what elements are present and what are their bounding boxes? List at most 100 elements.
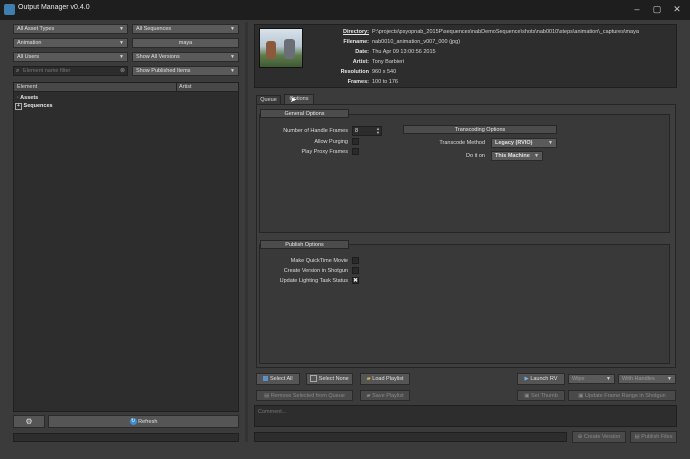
refresh-button[interactable]: ↻ Refresh — [48, 415, 239, 428]
step-value: Animation — [17, 40, 42, 46]
allow-purging-checkbox[interactable] — [352, 138, 359, 145]
play-proxy-label: Play Proxy Frames — [301, 149, 348, 155]
chevron-down-icon: ▼ — [119, 26, 124, 32]
quicktime-checkbox[interactable] — [352, 257, 359, 264]
sequences-value: All Sequences — [136, 26, 172, 32]
load-playlist-label: Load Playlist — [372, 376, 404, 382]
chevron-down-icon: ▼ — [230, 26, 235, 32]
handles-value: With Handles — [622, 376, 655, 382]
folder-icon: ▰ — [366, 376, 371, 382]
artist-label: Artist: — [352, 59, 369, 65]
spinbox-arrows-icon[interactable]: ▲ ▼ — [376, 127, 380, 135]
status-bar-right — [254, 432, 567, 442]
thumb-icon: ▣ — [524, 393, 530, 399]
remove-selected-button[interactable]: ▤ Remove Selected from Queue — [256, 390, 353, 401]
chevron-down-icon: ▼ — [119, 40, 124, 46]
allow-purging-label: Allow Purging — [314, 139, 348, 145]
element-tree[interactable]: Element Artist · Assets + Sequences — [13, 82, 239, 412]
versions-value: Show All Versions — [136, 54, 180, 60]
column-element[interactable]: Element — [17, 84, 37, 90]
thumbnail-image[interactable] — [259, 28, 303, 68]
frames-label: Frames: — [347, 79, 369, 85]
general-options-title: General Options — [260, 109, 349, 118]
asset-types-dropdown[interactable]: All Asset Types ▼ — [13, 24, 128, 34]
filename-label: Filename: — [343, 39, 369, 45]
chevron-down-icon: ▼ — [230, 54, 235, 60]
maximize-button[interactable]: ▢ — [648, 2, 666, 16]
resolution-label: Resolution — [340, 69, 369, 75]
software-value: maya — [178, 40, 193, 46]
publish-icon: ▤ — [634, 434, 640, 440]
directory-label: Directory: — [343, 29, 369, 35]
tree-branch-icon: · — [17, 95, 19, 101]
play-proxy-checkbox[interactable] — [352, 148, 359, 155]
published-value: Show Published Items — [136, 68, 191, 74]
handles-dropdown[interactable]: With Handles ▼ — [618, 374, 676, 384]
save-playlist-button[interactable]: ▰ Save Playlist — [360, 390, 410, 401]
column-artist[interactable]: Artist — [179, 84, 192, 90]
chevron-down-icon: ▼ — [606, 376, 611, 382]
load-playlist-button[interactable]: ▰ Load Playlist — [360, 373, 410, 385]
do-it-on-dropdown[interactable]: This Machine ▼ — [491, 151, 543, 161]
transcode-method-dropdown[interactable]: Legacy (RVIO) ▼ — [491, 138, 557, 148]
chevron-down-icon: ▼ — [534, 153, 539, 159]
save-icon: ▰ — [366, 393, 371, 399]
date-value: Thu Apr 09 13:00:56 2015 — [372, 49, 436, 55]
comment-field[interactable] — [254, 405, 677, 427]
element-filter-field[interactable]: ⌕ ⊗ — [13, 66, 128, 76]
handle-frames-spinbox[interactable]: 8 ▲ ▼ — [352, 126, 382, 136]
publish-files-button[interactable]: ▤ Publish Files — [630, 431, 677, 443]
comment-input[interactable] — [258, 408, 668, 416]
launch-rv-button[interactable]: ▶ Launch RV — [517, 373, 565, 385]
tree-item-assets[interactable]: · Assets — [17, 95, 38, 101]
transcode-method-value: Legacy (RVIO) — [495, 140, 533, 146]
element-filter-input[interactable] — [23, 67, 115, 75]
update-range-button[interactable]: ▣ Update Frame Range in Shotgun — [568, 390, 676, 401]
sequences-dropdown[interactable]: All Sequences ▼ — [132, 24, 239, 34]
mouse-cursor-icon: ➤ — [290, 95, 297, 104]
handle-frames-label: Number of Handle Frames — [283, 128, 348, 134]
expand-icon[interactable]: + — [15, 103, 22, 110]
splitter-handle[interactable] — [245, 22, 248, 442]
wipe-value: Wipe — [572, 376, 585, 382]
publish-files-label: Publish Files — [641, 434, 673, 440]
users-value: All Users — [17, 54, 40, 60]
set-thumb-button[interactable]: ▣ Set Thumb — [517, 390, 565, 401]
wipe-dropdown[interactable]: Wipe ▼ — [568, 374, 615, 384]
set-thumb-label: Set Thumb — [530, 393, 558, 399]
directory-value[interactable]: P:\projects\psyopnab_2015P\sequences\nab… — [372, 29, 639, 35]
select-all-button[interactable]: Select All — [256, 373, 300, 385]
date-label: Date: — [355, 49, 369, 55]
select-all-icon — [263, 376, 269, 382]
refresh-label: Refresh — [138, 419, 158, 425]
tree-item-sequences[interactable]: + Sequences — [15, 103, 53, 110]
title-bar: Output Manager v0.4.0 – ▢ ✕ — [0, 0, 690, 20]
select-none-button[interactable]: Select None — [306, 373, 353, 385]
launch-rv-label: Launch RV — [530, 376, 558, 382]
users-dropdown[interactable]: All Users ▼ — [13, 52, 128, 62]
versions-dropdown[interactable]: Show All Versions ▼ — [132, 52, 239, 62]
tree-item-label: Assets — [20, 95, 39, 101]
create-version-checkbox[interactable] — [352, 267, 359, 274]
handle-frames-value: 8 — [355, 128, 359, 134]
chevron-down-icon: ▼ — [119, 54, 124, 60]
settings-button[interactable]: ⚙ — [13, 415, 45, 428]
clear-filter-icon[interactable]: ⊗ — [120, 67, 125, 75]
update-icon: ▣ — [578, 393, 584, 399]
lighting-status-checkbox[interactable]: ✖ — [352, 277, 359, 284]
create-version-button[interactable]: ⊕ Create Version — [572, 431, 626, 443]
close-button[interactable]: ✕ — [668, 2, 686, 16]
character-shape — [266, 41, 276, 59]
published-dropdown[interactable]: Show Published Items ▼ — [132, 66, 239, 76]
version-icon: ⊕ — [577, 434, 583, 440]
minimize-button[interactable]: – — [628, 2, 646, 16]
filename-value: nab0010_animation_v007_000 (jpg) — [372, 39, 461, 45]
tree-item-label: Sequences — [23, 103, 53, 109]
select-all-label: Select All — [269, 376, 293, 382]
step-dropdown[interactable]: Animation ▼ — [13, 38, 128, 48]
info-panel: Directory: P:\projects\psyopnab_2015P\se… — [254, 24, 677, 88]
software-field[interactable]: maya — [132, 38, 239, 48]
status-bar-left — [13, 433, 239, 442]
search-icon: ⌕ — [16, 68, 20, 74]
asset-types-value: All Asset Types — [17, 26, 55, 32]
